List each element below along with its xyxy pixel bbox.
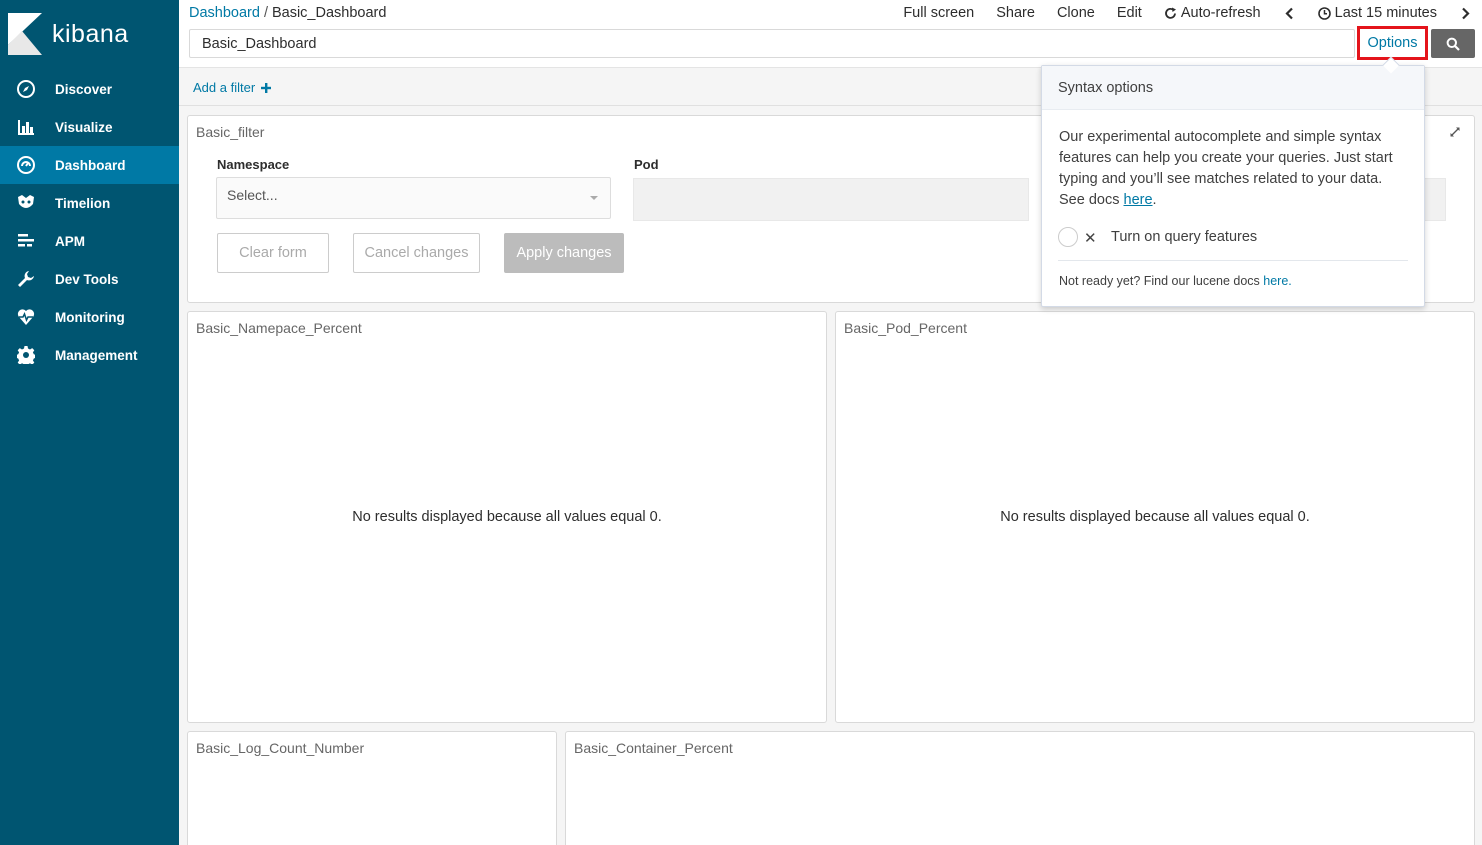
popover-footer: Not ready yet? Find our lucene docs here…: [1059, 274, 1292, 288]
lucene-docs-link[interactable]: here.: [1263, 274, 1292, 288]
gear-icon: [16, 345, 36, 365]
popover-body-text: Our experimental autocomplete and simple…: [1059, 129, 1393, 208]
compass-icon: [16, 79, 36, 99]
panel-title: Basic_Namepace_Percent: [196, 320, 362, 336]
wrench-icon: [16, 269, 36, 289]
sidebar-item-timelion[interactable]: Timelion: [0, 184, 179, 222]
add-filter-link[interactable]: Add a filter: [193, 80, 271, 95]
namespace-select[interactable]: Select...: [216, 177, 611, 219]
breadcrumb-dashboard-link[interactable]: Dashboard: [189, 5, 260, 21]
docs-link[interactable]: here: [1124, 192, 1153, 208]
chevron-right-icon: [1462, 7, 1470, 19]
apply-changes-button[interactable]: Apply changes: [504, 233, 624, 273]
sidebar-item-label: Management: [55, 347, 138, 363]
sidebar-item-apm[interactable]: APM: [0, 222, 179, 260]
options-button[interactable]: Options: [1357, 26, 1428, 60]
timelion-icon: [16, 193, 36, 213]
time-forward-button[interactable]: [1459, 7, 1472, 20]
sidebar-item-label: Dev Tools: [55, 271, 119, 287]
auto-refresh-button[interactable]: Auto-refresh: [1164, 5, 1261, 21]
popover-body-end: .: [1152, 192, 1157, 208]
container-percent-panel: Basic_Container_Percent: [565, 731, 1475, 845]
namespace-label: Namespace: [217, 157, 290, 172]
panel-title: Basic_Pod_Percent: [844, 320, 967, 336]
no-results-message: No results displayed because all values …: [1000, 509, 1310, 525]
pod-label: Pod: [634, 157, 659, 172]
query-features-label: Turn on query features: [1111, 229, 1258, 245]
brand-name: kibana: [52, 19, 129, 48]
expand-icon[interactable]: [1448, 125, 1462, 139]
sidebar-item-discover[interactable]: Discover: [0, 70, 179, 108]
sidebar-item-dashboard[interactable]: Dashboard: [0, 146, 179, 184]
sidebar-item-management[interactable]: Management: [0, 336, 179, 374]
heartbeat-icon: [16, 307, 36, 327]
sidebar-item-label: Dashboard: [55, 157, 126, 173]
caret-down-icon: [590, 196, 598, 200]
top-menu: Full screen Share Clone Edit Auto-refres…: [881, 5, 1472, 21]
search-button[interactable]: [1431, 29, 1475, 58]
syntax-options-popover: Syntax options Our experimental autocomp…: [1041, 56, 1425, 307]
query-features-toggle-row: ✕ Turn on query features: [1058, 227, 1257, 247]
breadcrumb-separator: /: [263, 5, 268, 21]
sidebar: kibana Discover Visualize Dashboard Time…: [0, 0, 179, 845]
no-results-message: No results displayed because all values …: [352, 509, 662, 525]
time-picker-button[interactable]: Last 15 minutes: [1317, 5, 1437, 21]
close-icon: ✕: [1084, 230, 1097, 247]
chevron-left-icon: [1285, 7, 1293, 19]
top-bar: Dashboard / Basic_Dashboard Full screen Sh…: [179, 0, 1482, 28]
query-bar: Basic_Dashboard Options: [179, 26, 1482, 68]
dashboard-icon: [16, 155, 36, 175]
full-screen-button[interactable]: Full screen: [903, 5, 974, 21]
sidebar-item-visualize[interactable]: Visualize: [0, 108, 179, 146]
time-range-label: Last 15 minutes: [1334, 5, 1437, 21]
pod-percent-panel: Basic_Pod_Percent No results displayed b…: [835, 311, 1475, 723]
query-features-toggle[interactable]: ✕: [1058, 227, 1100, 247]
popover-title: Syntax options: [1042, 66, 1424, 110]
apm-icon: [16, 231, 36, 251]
kibana-logo-icon: [8, 13, 42, 55]
popover-divider: [1058, 260, 1408, 261]
sidebar-item-dev-tools[interactable]: Dev Tools: [0, 260, 179, 298]
sidebar-item-label: Visualize: [55, 119, 113, 135]
share-button[interactable]: Share: [996, 5, 1035, 21]
sidebar-nav: Discover Visualize Dashboard Timelion AP…: [0, 70, 179, 374]
bar-chart-icon: [16, 117, 36, 137]
panel-title: Basic_Log_Count_Number: [196, 740, 365, 756]
panel-title: Basic_Container_Percent: [574, 740, 733, 756]
refresh-icon: [1164, 7, 1176, 19]
pod-select: [633, 178, 1029, 221]
sidebar-item-label: Discover: [55, 81, 113, 97]
panel-title: Basic_filter: [196, 124, 265, 140]
clear-form-button[interactable]: Clear form: [217, 233, 329, 273]
add-filter-label: Add a filter: [193, 80, 256, 95]
namespace-percent-panel: Basic_Namepace_Percent No results displa…: [187, 311, 827, 723]
sidebar-item-label: APM: [55, 233, 85, 249]
sidebar-item-label: Monitoring: [55, 309, 125, 325]
popover-description: Our experimental autocomplete and simple…: [1059, 127, 1409, 211]
sidebar-item-monitoring[interactable]: Monitoring: [0, 298, 179, 336]
plus-icon: [260, 83, 271, 93]
search-icon: [1446, 37, 1460, 51]
auto-refresh-label: Auto-refresh: [1180, 5, 1261, 21]
namespace-select-value: Select...: [227, 187, 278, 203]
clone-button[interactable]: Clone: [1057, 5, 1095, 21]
clock-icon: [1317, 6, 1331, 20]
breadcrumb-current: Basic_Dashboard: [271, 5, 387, 21]
toggle-knob: [1058, 227, 1078, 247]
edit-button[interactable]: Edit: [1117, 5, 1142, 21]
popover-footer-text: Not ready yet? Find our lucene docs: [1059, 274, 1264, 288]
query-input[interactable]: Basic_Dashboard: [189, 29, 1355, 58]
log-count-panel: Basic_Log_Count_Number: [187, 731, 557, 845]
breadcrumb: Dashboard / Basic_Dashboard: [189, 5, 386, 21]
time-back-button[interactable]: [1283, 7, 1296, 20]
kibana-logo[interactable]: kibana: [8, 12, 168, 56]
cancel-changes-button[interactable]: Cancel changes: [353, 233, 480, 273]
sidebar-item-label: Timelion: [55, 195, 111, 211]
